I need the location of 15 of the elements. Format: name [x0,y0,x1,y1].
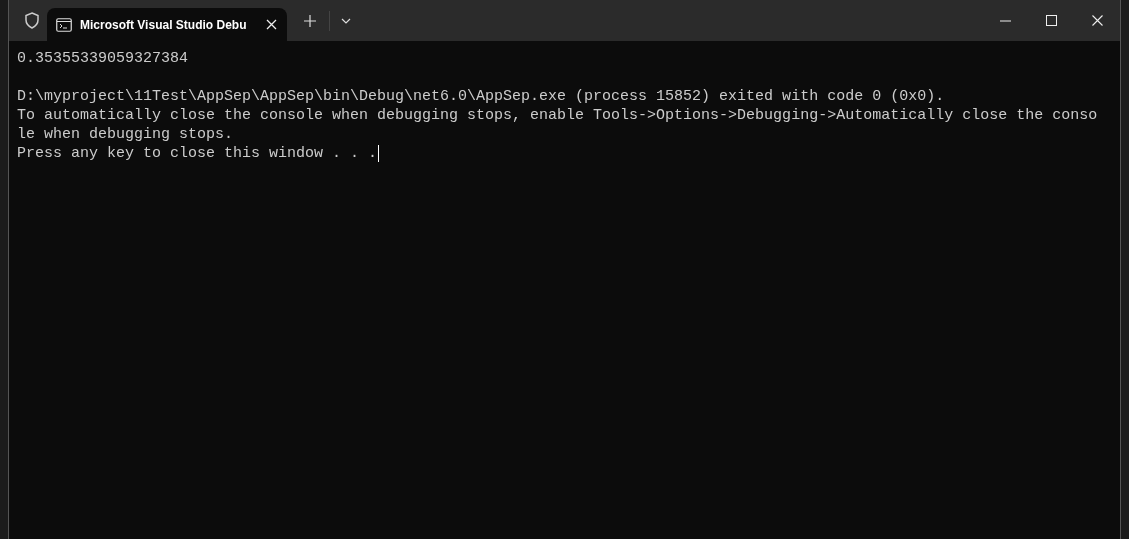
console-line: D:\myproject\11Test\AppSep\AppSep\bin\Debug\net6.0\AppSep.exe (process 15852) exited with code 0 (0x0). [17,87,945,106]
minimize-icon [999,19,1011,22]
maximize-icon [1045,15,1057,26]
close-icon [1091,15,1103,26]
plus-icon [304,14,316,27]
tab[interactable]: Microsoft Visual Studio Debu [47,8,287,41]
console-line: le when debugging stops. [17,125,234,144]
console-line: Press any key to close this window . . . [17,144,378,163]
chevron-down-icon [341,17,351,24]
shield-icon[interactable] [24,12,40,29]
console-line: To automatically close the console when debugging stops, enable Tools->Options->Debugging->Automatically close the conso [17,106,1098,125]
terminal-icon [56,17,72,32]
console-line: 0.35355339059327384 [17,49,189,68]
tab-title: Microsoft Visual Studio Debu [80,16,247,34]
close-icon [265,19,277,30]
